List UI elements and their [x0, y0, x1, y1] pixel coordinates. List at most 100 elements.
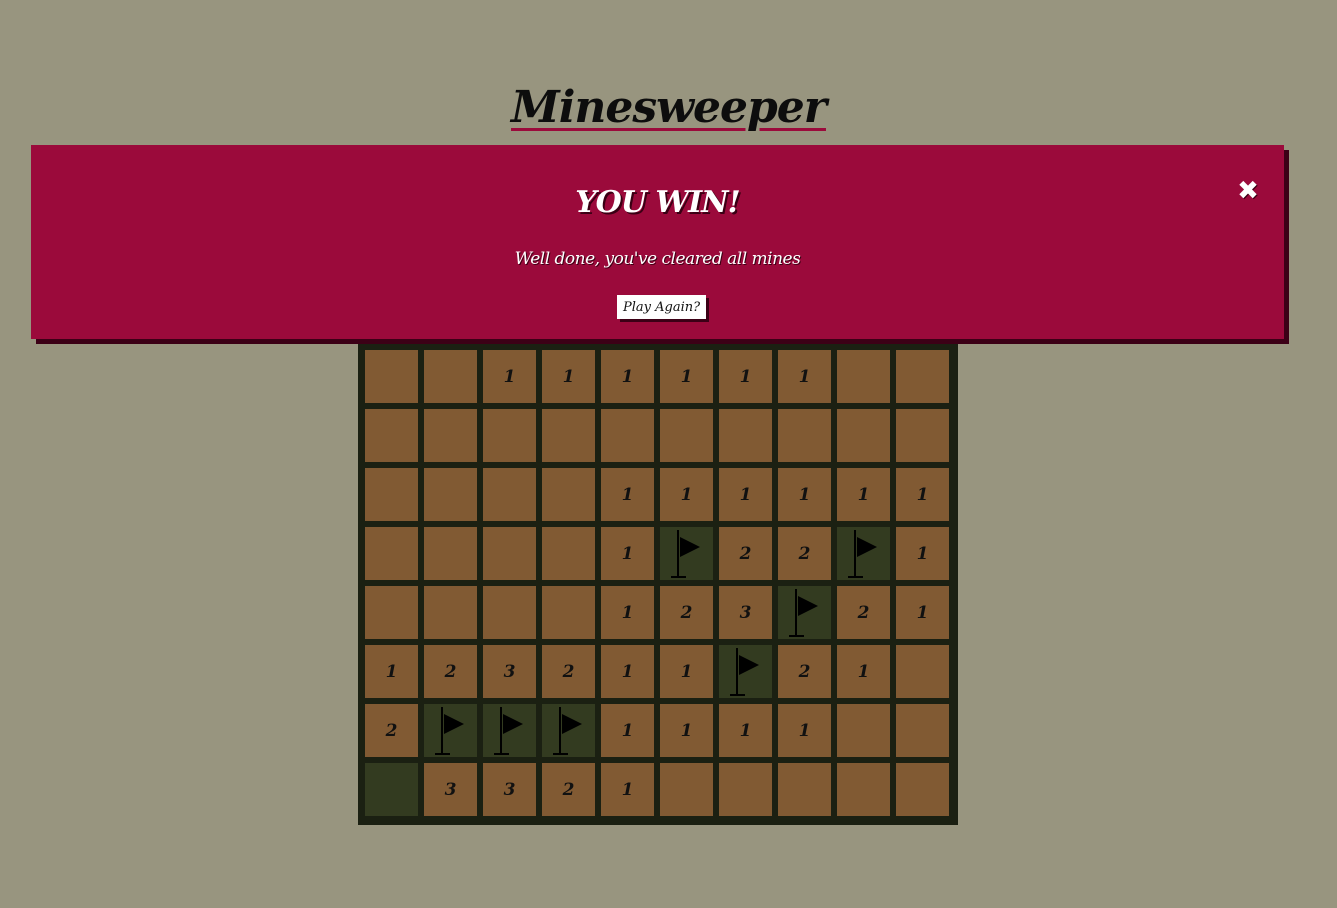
board-cell-flagged[interactable] [778, 586, 831, 639]
board-cell-flagged[interactable] [719, 645, 772, 698]
board-cell-number[interactable]: 2 [542, 645, 595, 698]
board-cell-empty[interactable] [542, 409, 595, 462]
board-cell-empty[interactable] [896, 763, 949, 816]
board-cell-number[interactable]: 2 [778, 645, 831, 698]
board-cell-empty[interactable] [896, 704, 949, 757]
board-cell-empty[interactable] [542, 586, 595, 639]
board-cell-number[interactable]: 1 [601, 350, 654, 403]
board-cell-empty[interactable] [837, 350, 890, 403]
board-cell-empty[interactable] [424, 468, 477, 521]
board-cell-number[interactable]: 1 [601, 645, 654, 698]
board-cell-empty[interactable] [542, 527, 595, 580]
board-cell-flagged[interactable] [660, 527, 713, 580]
board-cell-empty[interactable] [424, 350, 477, 403]
board-cell-empty[interactable] [365, 527, 418, 580]
cell-value: 1 [680, 366, 693, 387]
board-cell-number[interactable]: 1 [660, 350, 713, 403]
board-cell-number[interactable]: 1 [896, 468, 949, 521]
board-cell-number[interactable]: 1 [719, 350, 772, 403]
board-cell-number[interactable]: 2 [365, 704, 418, 757]
board-cell-empty[interactable] [778, 763, 831, 816]
board-cell-empty[interactable] [837, 763, 890, 816]
board-cell-flagged[interactable] [837, 527, 890, 580]
board-cell-number[interactable]: 2 [424, 645, 477, 698]
board-cell-number[interactable]: 1 [601, 468, 654, 521]
board-cell-empty[interactable] [896, 409, 949, 462]
board-cell-number[interactable]: 1 [542, 350, 595, 403]
board-cell-flagged[interactable] [424, 704, 477, 757]
cell-value: 1 [680, 661, 693, 682]
board-cell-empty[interactable] [896, 350, 949, 403]
flag-icon [848, 530, 877, 578]
board-cell-empty[interactable] [778, 409, 831, 462]
cell-value: 3 [503, 779, 516, 800]
board-cell-empty[interactable] [424, 527, 477, 580]
cell-value: 1 [916, 484, 929, 505]
board-cell-empty[interactable] [424, 409, 477, 462]
board-cell-number[interactable]: 1 [837, 468, 890, 521]
board-cell-empty[interactable] [483, 586, 536, 639]
board-cell-empty[interactable] [837, 704, 890, 757]
board-cell-number[interactable]: 3 [483, 763, 536, 816]
game-page: Minesweeper 1 1 1 1 1 1 1 1 1 1 1 1 1 2 2 1 1 2 3 2 1 1 2 3 2 1 1 2… [0, 0, 1337, 908]
board-cell-empty[interactable] [365, 409, 418, 462]
page-title: Minesweeper [0, 82, 1337, 133]
board-cell-empty[interactable] [601, 409, 654, 462]
board-cell-empty[interactable] [896, 645, 949, 698]
board-cell-number[interactable]: 1 [660, 645, 713, 698]
board-cell-number[interactable]: 1 [778, 704, 831, 757]
board-cell-number[interactable]: 3 [719, 586, 772, 639]
board-cell-empty[interactable] [660, 763, 713, 816]
play-again-button[interactable]: Play Again? [617, 295, 707, 319]
board-cell-number[interactable]: 1 [365, 645, 418, 698]
board-cell-empty[interactable] [719, 409, 772, 462]
board-cell-number[interactable]: 1 [483, 350, 536, 403]
board-cell-number[interactable]: 1 [896, 527, 949, 580]
board-cell-empty[interactable] [837, 409, 890, 462]
cell-value: 1 [798, 366, 811, 387]
board-cell-number[interactable]: 1 [601, 763, 654, 816]
board-cell-number[interactable]: 1 [778, 468, 831, 521]
board-cell-empty[interactable] [483, 409, 536, 462]
board-cell-number[interactable]: 1 [837, 645, 890, 698]
board-cell-number[interactable]: 2 [719, 527, 772, 580]
board-cell-number[interactable]: 2 [778, 527, 831, 580]
board-cell-empty[interactable] [660, 409, 713, 462]
board-cell-flagged[interactable] [483, 704, 536, 757]
cell-value: 1 [621, 661, 634, 682]
board-cell-number[interactable]: 2 [542, 763, 595, 816]
board-cell-hidden[interactable] [365, 763, 418, 816]
cell-value: 1 [621, 484, 634, 505]
board-cell-empty[interactable] [365, 468, 418, 521]
board-cell-empty[interactable] [424, 586, 477, 639]
flag-icon [553, 707, 582, 755]
board-cell-empty[interactable] [719, 763, 772, 816]
board-cell-number[interactable]: 1 [719, 704, 772, 757]
board-cell-number[interactable]: 1 [601, 527, 654, 580]
board-cell-number[interactable]: 1 [660, 704, 713, 757]
board-cell-empty[interactable] [483, 468, 536, 521]
board-cell-empty[interactable] [365, 586, 418, 639]
board-cell-flagged[interactable] [542, 704, 595, 757]
board-cell-number[interactable]: 1 [660, 468, 713, 521]
cell-value: 2 [798, 543, 811, 564]
flag-icon [435, 707, 464, 755]
board-cell-empty[interactable] [542, 468, 595, 521]
board-cell-number[interactable]: 1 [601, 586, 654, 639]
board-cell-number[interactable]: 3 [483, 645, 536, 698]
cell-value: 1 [798, 720, 811, 741]
board-cell-number[interactable]: 1 [778, 350, 831, 403]
cell-value: 1 [621, 602, 634, 623]
board-cell-number[interactable]: 2 [660, 586, 713, 639]
cell-value: 3 [739, 602, 752, 623]
board-cell-number[interactable]: 2 [837, 586, 890, 639]
board-cell-empty[interactable] [365, 350, 418, 403]
board-cell-number[interactable]: 1 [896, 586, 949, 639]
cell-value: 1 [916, 602, 929, 623]
board-cell-empty[interactable] [483, 527, 536, 580]
board-cell-number[interactable]: 1 [719, 468, 772, 521]
cell-value: 3 [503, 661, 516, 682]
cell-value: 2 [562, 779, 575, 800]
board-cell-number[interactable]: 3 [424, 763, 477, 816]
board-cell-number[interactable]: 1 [601, 704, 654, 757]
